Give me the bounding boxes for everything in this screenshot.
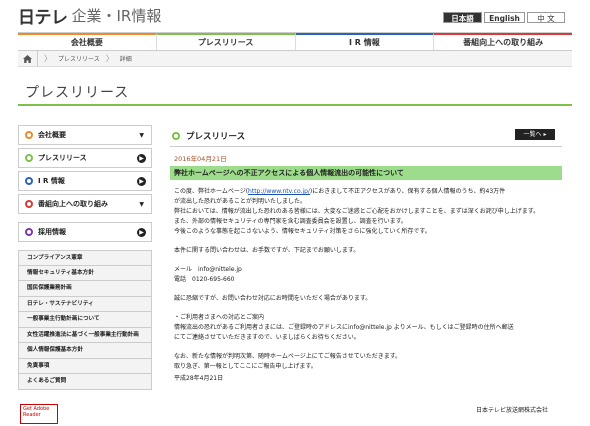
sidebar-item-press-release[interactable]: プレスリリース ▶ <box>18 148 152 168</box>
circle-icon <box>25 154 33 162</box>
breadcrumb: 〉 プレスリリース 〉 詳細 <box>18 51 572 67</box>
adobe-reader-badge[interactable]: Get Adobe Reader <box>20 404 58 424</box>
global-nav: 会社概要 プレスリリース I R 情報 番組向上への取り組み <box>18 32 572 51</box>
sidebar-link[interactable]: コンプライアンス憲章 <box>18 250 152 266</box>
sidebar-link[interactable]: 個人情報保護基本方針 <box>18 343 152 359</box>
arrow-right-icon: ▶ <box>137 227 146 237</box>
body-text: また、外部の情報セキュリティの専門家を含む調査委員会を設置し、調査を行います。 <box>174 218 408 225</box>
body-text: 取り急ぎ、第一報としてここにご報告申し上げます。 <box>174 363 317 370</box>
sidebar-item-label: I R 情報 <box>38 177 65 185</box>
body-text: 本件に関する問い合わせは、お手数ですが、下記までお願いします。 <box>174 247 360 254</box>
body-text: 弊社においては、情報が流出した恐れのある皆様には、大変なご迷惑とご心配をおかけし… <box>174 208 540 215</box>
section-title: プレスリリース <box>172 130 245 142</box>
sidebar-link[interactable]: 国民保護業務計画 <box>18 281 152 297</box>
body-text: 情報流出の恐れがあるご利用者さまには、ご登録時のアドレスにinfo@nittel… <box>174 324 514 331</box>
lang-japanese[interactable]: 日本語 <box>443 12 482 23</box>
section-divider <box>170 146 562 147</box>
list-button[interactable]: 一覧へ ▸ <box>515 129 555 140</box>
body-text: ・ご利用者さまへの対応とご案内 <box>174 314 265 321</box>
sidebar-item-label: 会社概要 <box>38 131 66 139</box>
lang-english[interactable]: English <box>484 12 525 23</box>
body-text: 誠に恐縮ですが、お問い合わせ対応にお時間をいただく場合があります。 <box>174 295 372 302</box>
sidebar-link[interactable]: 免責事項 <box>18 358 152 374</box>
language-switcher: 日本語 English 中 文 <box>443 12 565 23</box>
circle-icon <box>25 131 33 139</box>
logo-text: 企業・IR情報 <box>71 6 162 25</box>
arrow-right-icon: ▶ <box>137 153 146 163</box>
sidebar-link[interactable]: 女性活躍推進法に基づく一般事業主行動計画 <box>18 327 152 343</box>
sidebar-item-label: プレスリリース <box>38 154 87 162</box>
nav-program-improvement[interactable]: 番組向上への取り組み <box>434 33 572 50</box>
body-text: なお、新たな情報が判明次第、随時ホームページ上にてご報告させていただきます。 <box>174 353 402 360</box>
sidebar-item-ir[interactable]: I R 情報 ▶ <box>18 171 152 191</box>
sidebar-item-recruit[interactable]: 採用情報 ▶ <box>18 222 152 242</box>
sidebar-link[interactable]: 一般事業主行動計画について <box>18 312 152 328</box>
nav-company[interactable]: 会社概要 <box>18 33 157 50</box>
section-title-text: プレスリリース <box>186 132 246 142</box>
title-divider <box>18 104 572 106</box>
sidebar-item-company[interactable]: 会社概要 ▼ <box>18 125 152 145</box>
logo-mark: 日テレ <box>18 7 68 28</box>
release-date-footer: 平成28年4月21日 <box>174 375 224 382</box>
sidebar-link-list: コンプライアンス憲章 情報セキュリティ基本方針 国民保護業務計画 日テレ・サステ… <box>18 250 152 390</box>
nav-press-release[interactable]: プレスリリース <box>156 33 296 50</box>
nav-ir[interactable]: I R 情報 <box>295 33 435 50</box>
contact-tel: 電話 0120-695-660 <box>174 276 235 283</box>
circle-icon <box>172 132 180 140</box>
release-date: 2016年04月21日 <box>174 155 227 163</box>
chevron-right-icon: 〉 <box>44 54 52 63</box>
circle-icon <box>25 177 33 185</box>
arrow-right-icon: ▶ <box>137 176 146 186</box>
body-text: にてご連絡させていただきますので、いましばらくお待ちください。 <box>174 334 360 341</box>
chevron-right-icon: 〉 <box>105 54 114 63</box>
ntv-link[interactable]: http://www.ntv.co.jp/ <box>248 188 310 195</box>
page-title: プレスリリース <box>25 85 130 101</box>
contact-mail: メール info@nittele.jp <box>174 266 242 273</box>
body-text: 今後このような事態を起こさないよう、情報セキュリティ対策をさらに強化していく所存… <box>174 228 431 235</box>
sidebar-item-label: 番組向上への取り組み <box>38 200 108 208</box>
release-headline: 弊社ホームページへの不正アクセスによる個人情報流出の可能性について <box>170 166 562 180</box>
lang-chinese[interactable]: 中 文 <box>527 12 565 23</box>
body-text: )におきまして不正アクセスがあり、保有する個人情報のうち、約43万件 <box>309 188 506 195</box>
sidebar-link[interactable]: よくあるご質問 <box>18 374 152 390</box>
home-icon[interactable] <box>18 51 38 66</box>
breadcrumb-press-release[interactable]: プレスリリース <box>58 54 100 63</box>
body-paragraph: この度、弊社ホームページ(http://www.ntv.co.jp/)におきまし… <box>174 187 566 197</box>
circle-icon <box>25 228 33 236</box>
sidebar-link[interactable]: 日テレ・サステナビリティ <box>18 296 152 312</box>
body-text: が流出した恐れがあることが判明いたしました。 <box>174 198 307 205</box>
sidebar-link[interactable]: 情報セキュリティ基本方針 <box>18 265 152 281</box>
circle-icon <box>25 200 33 208</box>
company-signature: 日本テレビ放送網株式会社 <box>476 407 549 414</box>
logo[interactable]: 日テレ 企業・IR情報 <box>18 5 170 28</box>
body-text: この度、弊社ホームページ( <box>174 188 249 195</box>
triangle-down-icon: ▼ <box>139 200 144 208</box>
sidebar-item-label: 採用情報 <box>38 228 66 236</box>
breadcrumb-detail: 詳細 <box>119 56 132 63</box>
triangle-down-icon: ▼ <box>139 131 144 139</box>
sidebar-item-program[interactable]: 番組向上への取り組み ▼ <box>18 194 152 214</box>
release-body: この度、弊社ホームページ(http://www.ntv.co.jp/)におきまし… <box>174 187 566 384</box>
